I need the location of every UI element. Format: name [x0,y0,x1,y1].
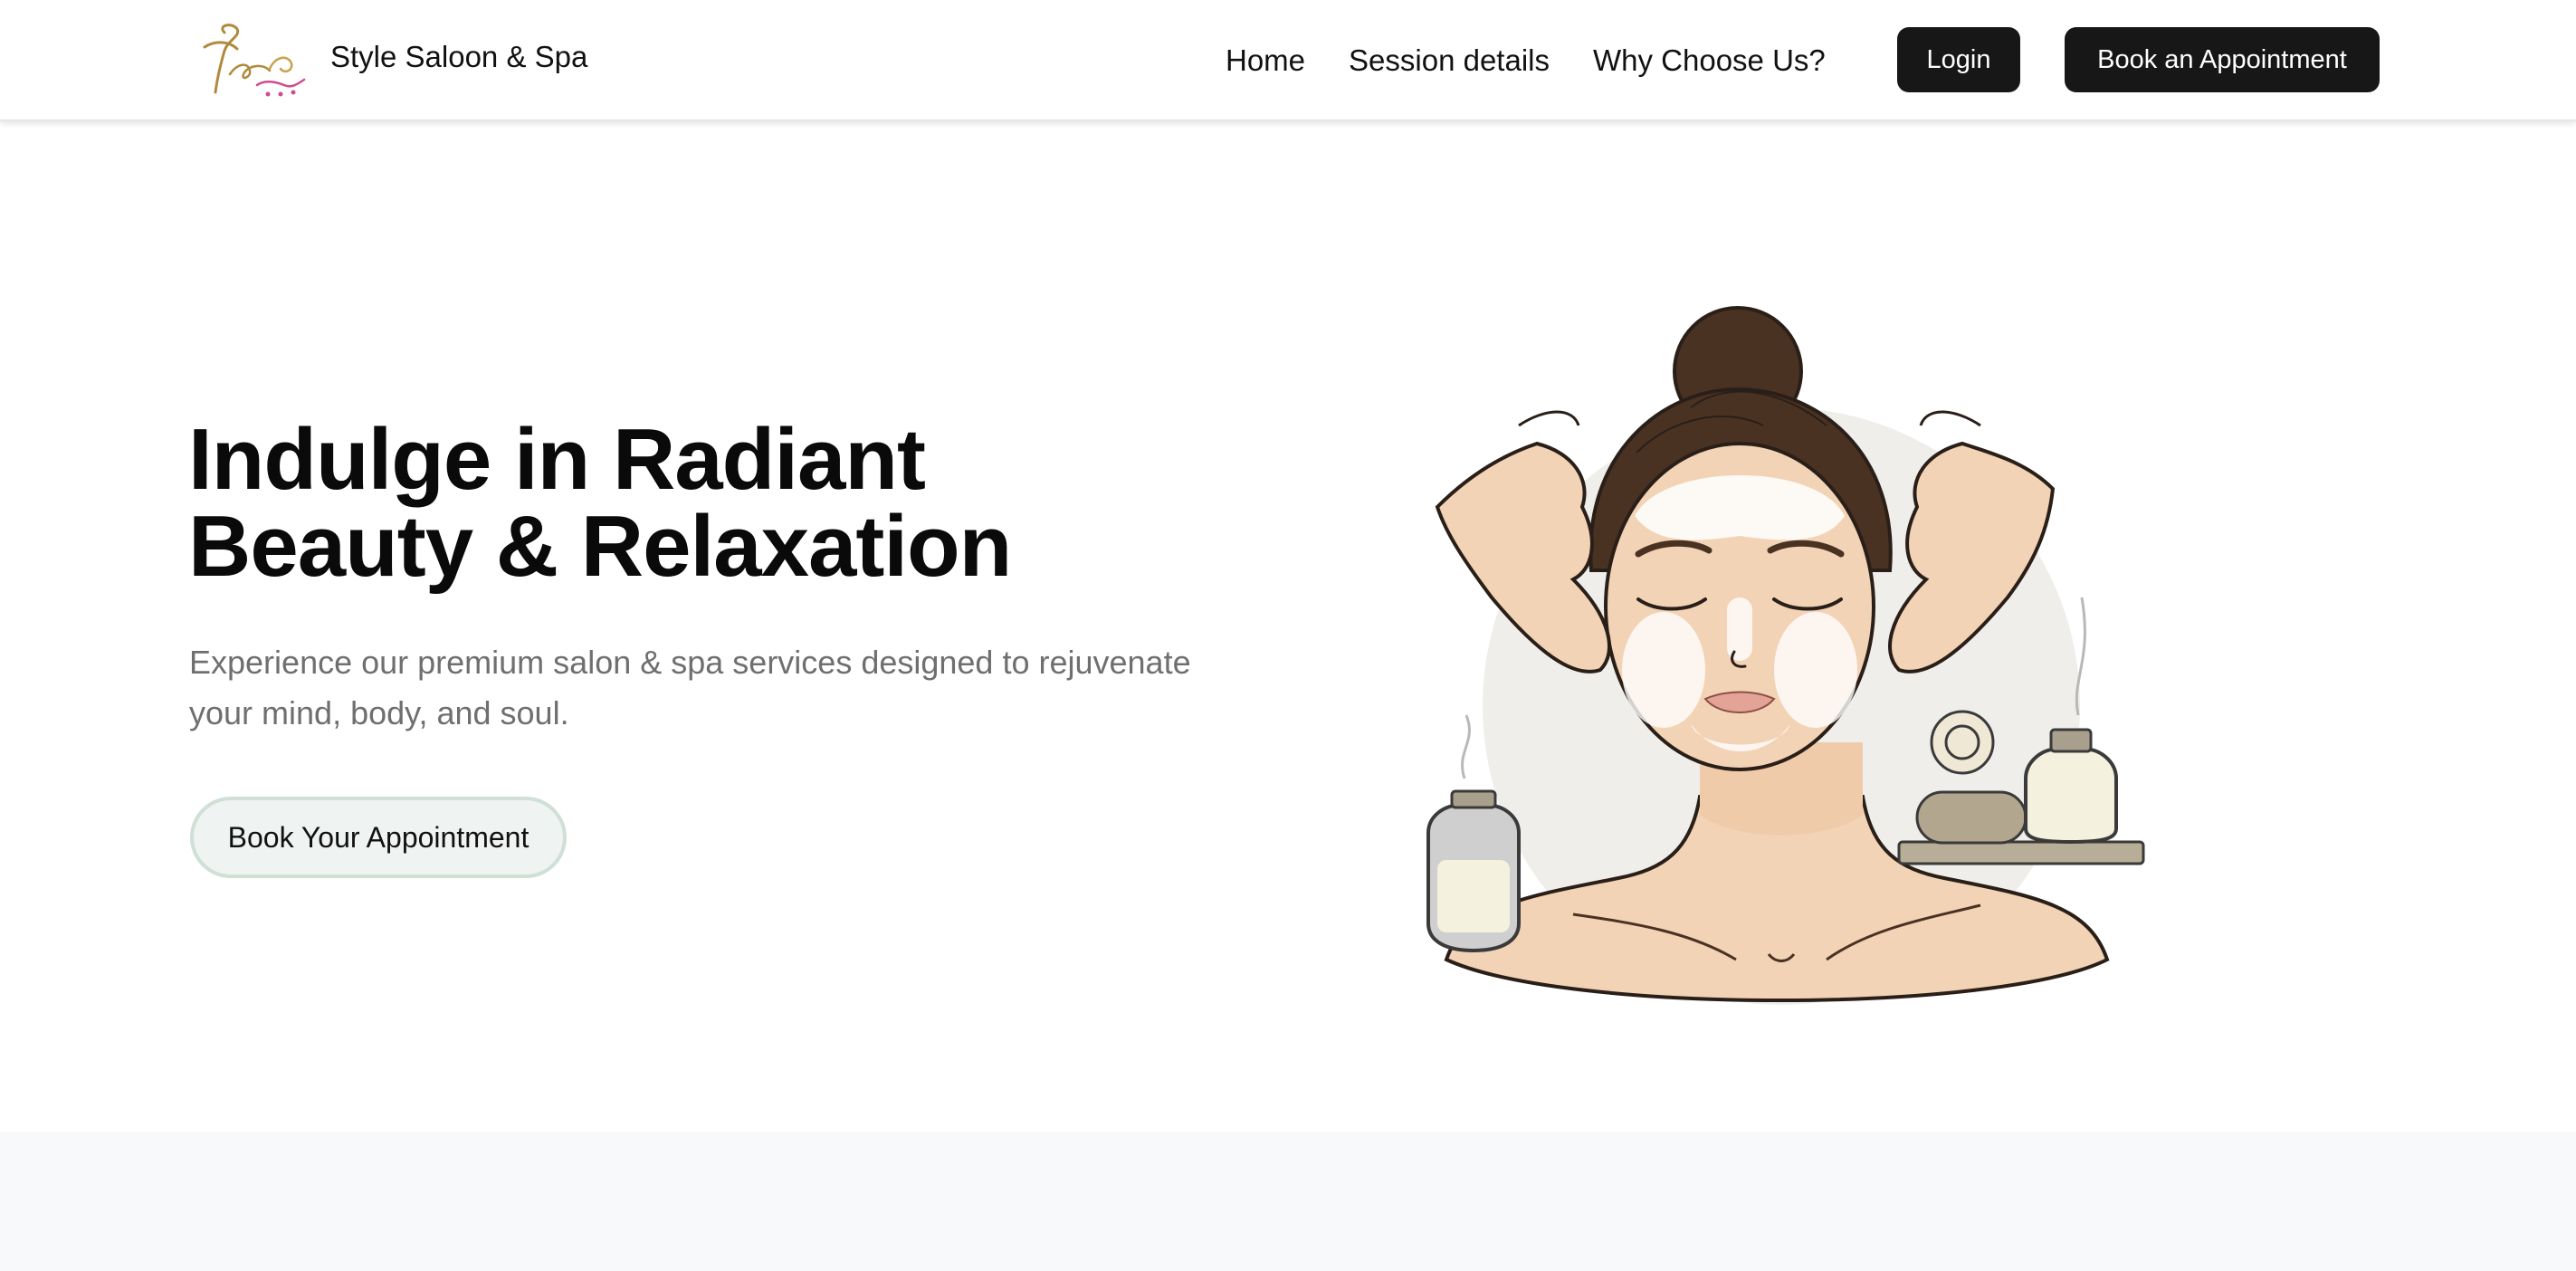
hero-subtitle: Experience our premium salon & spa servi… [189,644,1191,731]
book-appointment-button[interactable]: Book an Appointment [2065,27,2380,92]
hero-title-line-2: Beauty & Relaxation [188,498,1012,595]
navbar: Style Saloon & Spa Home Session details … [0,0,2576,121]
hero-title: Indulge in Radiant Beauty & Relaxation [188,416,1274,590]
nav-link-why-choose-us[interactable]: Why Choose Us? [1593,43,1826,78]
login-button[interactable]: Login [1897,27,2020,92]
nav-link-session-details[interactable]: Session details [1349,43,1550,78]
nav-link-home[interactable]: Home [1226,43,1305,78]
book-your-appointment-button[interactable]: Book Your Appointment [190,797,567,878]
page: Style Saloon & Spa Home Session details … [0,0,2576,1271]
hero-title-line-1: Indulge in Radiant [188,411,926,508]
brand-name[interactable]: Style Saloon & Spa [330,40,587,74]
facial-massage-illustration [1426,306,2145,1005]
nav-links: Home Session details Why Choose Us? [1226,40,1826,81]
salon-logo-icon[interactable] [197,20,313,105]
lower-section [0,1132,2576,1271]
